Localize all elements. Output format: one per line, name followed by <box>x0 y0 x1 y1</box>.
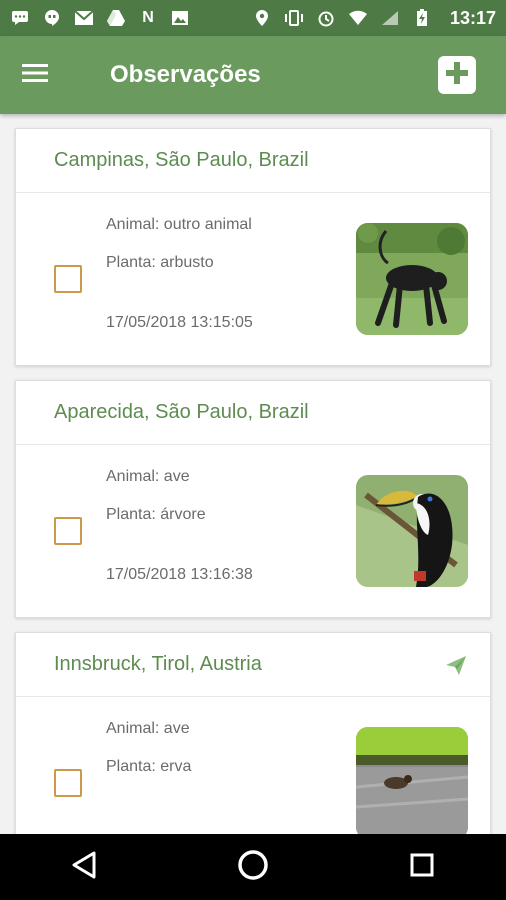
card-header: Innsbruck, Tirol, Austria <box>16 633 490 697</box>
animal-label: Animal: ave <box>106 468 190 485</box>
card-body: Animal: ave Planta: erva <box>16 697 490 834</box>
bird-pavement-photo <box>356 727 468 834</box>
observation-card[interactable]: Campinas, São Paulo, Brazil Animal: outr… <box>15 128 491 366</box>
clock-time: 13:17 <box>449 7 496 28</box>
n-icon: N <box>142 9 154 26</box>
observation-info: Animal: outro animal Planta: arbusto 17/… <box>106 214 356 344</box>
animal-label: Animal: ave <box>106 720 190 737</box>
status-bar: N 13:17 <box>0 0 506 36</box>
card-body: Animal: outro animal Planta: arbusto 17/… <box>16 193 490 365</box>
observation-info: Animal: ave Planta: erva <box>106 718 356 834</box>
gmail-icon <box>74 9 94 27</box>
select-checkbox[interactable] <box>54 769 82 797</box>
hangouts-icon <box>42 9 62 27</box>
home-circle-icon <box>236 848 270 887</box>
observation-info: Animal: ave Planta: árvore 17/05/2018 13… <box>106 466 356 596</box>
recents-button[interactable] <box>392 837 452 897</box>
app-bar: Observações <box>0 36 506 114</box>
vibrate-icon <box>284 9 304 27</box>
drive-icon <box>106 9 126 27</box>
home-button[interactable] <box>223 837 283 897</box>
select-checkbox[interactable] <box>54 265 82 293</box>
location-icon <box>252 9 272 27</box>
navigation-bar <box>0 834 506 900</box>
add-icon <box>445 61 469 90</box>
timestamp: 17/05/2018 13:16:38 <box>106 566 253 583</box>
alarm-icon <box>316 9 336 27</box>
observation-card[interactable]: Aparecida, São Paulo, Brazil Animal: ave… <box>15 380 491 618</box>
observation-thumbnail[interactable] <box>356 223 468 335</box>
monkey-photo <box>356 223 468 335</box>
battery-icon <box>412 9 432 27</box>
toucan-photo <box>356 475 468 587</box>
menu-button[interactable] <box>0 36 70 114</box>
hamburger-menu-icon <box>22 63 48 88</box>
plant-label: Planta: árvore <box>106 506 206 523</box>
signal-icon <box>380 9 400 27</box>
card-header: Campinas, São Paulo, Brazil <box>16 129 490 193</box>
observation-card[interactable]: Innsbruck, Tirol, Austria Animal: ave Pl… <box>15 632 491 834</box>
timestamp: 17/05/2018 13:15:05 <box>106 314 253 331</box>
image-icon <box>170 9 190 27</box>
sent-icon <box>444 653 468 677</box>
add-observation-button[interactable] <box>438 56 476 94</box>
card-body: Animal: ave Planta: árvore 17/05/2018 13… <box>16 445 490 617</box>
recents-square-icon <box>409 852 435 883</box>
message-icon <box>10 9 30 27</box>
location-title: Aparecida, São Paulo, Brazil <box>54 401 309 423</box>
location-title: Innsbruck, Tirol, Austria <box>54 653 262 675</box>
back-triangle-icon <box>71 851 97 884</box>
page-title: Observações <box>110 61 261 88</box>
wifi-icon <box>348 9 368 27</box>
observation-thumbnail[interactable] <box>356 727 468 834</box>
back-button[interactable] <box>54 837 114 897</box>
location-title: Campinas, São Paulo, Brazil <box>54 149 309 171</box>
select-checkbox[interactable] <box>54 517 82 545</box>
observation-thumbnail[interactable] <box>356 475 468 587</box>
card-header: Aparecida, São Paulo, Brazil <box>16 381 490 445</box>
observation-list[interactable]: Campinas, São Paulo, Brazil Animal: outr… <box>0 114 506 834</box>
plant-label: Planta: erva <box>106 758 192 775</box>
animal-label: Animal: outro animal <box>106 216 252 233</box>
plant-label: Planta: arbusto <box>106 254 214 271</box>
